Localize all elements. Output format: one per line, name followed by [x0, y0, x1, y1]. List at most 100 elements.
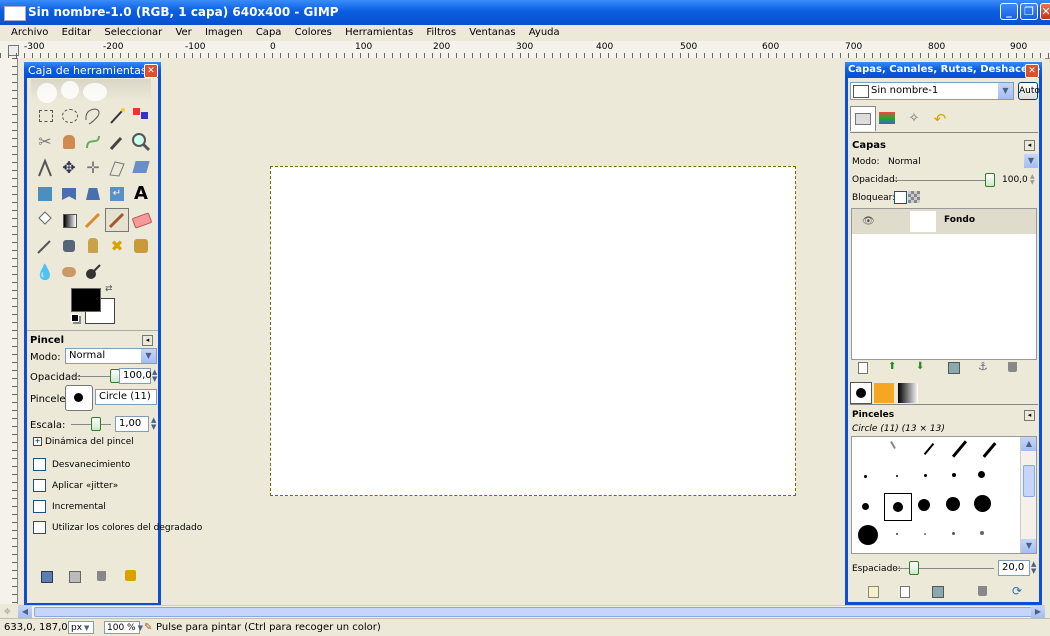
- menu-capa[interactable]: Capa: [256, 27, 282, 38]
- scroll-left-icon[interactable]: ◀: [18, 606, 32, 618]
- incremental-checkbox-box[interactable]: [33, 500, 46, 513]
- scale-spinner[interactable]: 1,00: [115, 416, 149, 432]
- scroll-down-icon[interactable]: ▼: [1021, 539, 1036, 553]
- fuzzy-select-tool-icon[interactable]: [105, 104, 129, 128]
- brush-dot-icon[interactable]: [858, 525, 878, 545]
- brush-line-icon[interactable]: [951, 440, 968, 458]
- scale-tool-icon[interactable]: [129, 156, 153, 180]
- image-canvas[interactable]: [270, 166, 796, 496]
- brush-dot-icon[interactable]: [978, 471, 985, 478]
- layer-name[interactable]: Fondo: [944, 215, 975, 225]
- scale-slider-handle[interactable]: [91, 417, 101, 431]
- alignment-tool-icon[interactable]: ✛: [81, 156, 105, 180]
- free-select-tool-icon[interactable]: [81, 104, 105, 128]
- restore-options-icon[interactable]: [69, 571, 81, 583]
- paths-tool-icon[interactable]: [81, 130, 105, 154]
- tab-paths[interactable]: ✧: [902, 108, 926, 130]
- ink-tool-icon[interactable]: [57, 234, 81, 258]
- lock-pixels-checkbox[interactable]: [894, 191, 907, 204]
- duplicate-brush-icon[interactable]: [932, 586, 944, 598]
- tab-layers[interactable]: [850, 106, 876, 131]
- airbrush-tool-icon[interactable]: [33, 234, 57, 258]
- blur-tool-icon[interactable]: 💧: [33, 260, 57, 284]
- brush-fuzzy-icon[interactable]: [896, 533, 898, 535]
- zoom-select[interactable]: 100 % ▼: [104, 621, 143, 634]
- scissors-select-tool-icon[interactable]: ✂: [33, 130, 57, 154]
- eye-visibility-icon[interactable]: 👁: [862, 216, 875, 227]
- brush-selected-cell[interactable]: [884, 493, 912, 521]
- brush-name-field[interactable]: Circle (11): [95, 389, 157, 405]
- menu-colores[interactable]: Colores: [295, 27, 332, 38]
- raise-layer-icon[interactable]: ⬆: [888, 361, 896, 372]
- brush-dynamics-expander[interactable]: + Dinámica del pincel: [33, 437, 134, 447]
- maximize-button[interactable]: ❐: [1020, 3, 1038, 20]
- menu-ayuda[interactable]: Ayuda: [529, 27, 560, 38]
- blend-tool-icon[interactable]: [57, 208, 81, 232]
- spinner-arrows-icon[interactable]: ▲ ▼: [152, 369, 157, 383]
- brush-fuzzy-icon[interactable]: [980, 531, 984, 535]
- reset-options-icon[interactable]: [125, 570, 136, 581]
- rect-select-tool-icon[interactable]: [33, 104, 57, 128]
- toolbox-close-button[interactable]: ✕: [144, 64, 158, 78]
- anchor-layer-icon[interactable]: ⚓: [978, 360, 988, 373]
- color-picker-tool-icon[interactable]: [105, 130, 129, 154]
- spacing-slider-handle[interactable]: [909, 561, 919, 575]
- scroll-right-icon[interactable]: ▶: [1031, 606, 1045, 618]
- tab-gradients[interactable]: [898, 383, 918, 403]
- gradient-colors-checkbox[interactable]: Utilizar los colores del degradado: [33, 521, 202, 534]
- edit-brush-icon[interactable]: [868, 586, 879, 598]
- menu-ver[interactable]: Ver: [175, 27, 191, 38]
- foreground-select-tool-icon[interactable]: [57, 130, 81, 154]
- fade-checkbox-box[interactable]: [33, 458, 46, 471]
- smudge-tool-icon[interactable]: [57, 260, 81, 284]
- text-tool-icon[interactable]: A: [129, 182, 153, 206]
- tool-opacity-slider-track[interactable]: [71, 376, 115, 377]
- delete-layer-icon[interactable]: [1008, 362, 1017, 372]
- duplicate-layer-icon[interactable]: [948, 362, 960, 374]
- close-button[interactable]: ✕: [1040, 3, 1050, 20]
- navigate-icon[interactable]: ✥: [4, 607, 11, 616]
- menu-filtros[interactable]: Filtros: [426, 27, 456, 38]
- unit-select[interactable]: px ▼: [68, 621, 94, 634]
- measure-tool-icon[interactable]: [33, 156, 57, 180]
- incremental-checkbox[interactable]: Incremental: [33, 500, 106, 513]
- spacing-spinner[interactable]: 20,0: [998, 560, 1030, 576]
- brush-dot-icon[interactable]: [974, 495, 991, 512]
- tool-options-menu-button[interactable]: ◂: [142, 335, 153, 346]
- perspective-tool-icon[interactable]: [33, 182, 57, 206]
- jitter-checkbox-box[interactable]: [33, 479, 46, 492]
- brush-fuzzy-icon[interactable]: [924, 533, 926, 535]
- eraser-tool-icon[interactable]: [129, 208, 153, 232]
- menu-imagen[interactable]: Imagen: [205, 27, 243, 38]
- brush-dot-small-icon[interactable]: [924, 474, 927, 477]
- brush-line-icon[interactable]: [890, 441, 896, 449]
- menu-ventanas[interactable]: Ventanas: [469, 27, 515, 38]
- brush-dot-small-icon[interactable]: [864, 475, 867, 478]
- auto-button[interactable]: Auto: [1018, 82, 1040, 100]
- gradient-colors-checkbox-box[interactable]: [33, 521, 46, 534]
- brush-fuzzy-icon[interactable]: [952, 532, 955, 535]
- layer-opacity-slider-handle[interactable]: [985, 173, 995, 187]
- layers-menu-button[interactable]: ◂: [1024, 140, 1035, 151]
- brushes-scroll-thumb[interactable]: [1023, 465, 1035, 497]
- text-layer-tool-icon[interactable]: ↵: [105, 182, 129, 206]
- brush-dot-small-icon[interactable]: [896, 475, 898, 477]
- tool-opacity-spinner[interactable]: 100,0: [119, 368, 152, 384]
- perspective-clone-tool-icon[interactable]: [129, 234, 153, 258]
- swap-colors-icon[interactable]: ⇄: [105, 284, 113, 294]
- image-select[interactable]: Sin nombre-1 ▼: [850, 82, 1014, 100]
- layer-row-fondo[interactable]: 👁 Fondo: [852, 209, 1036, 234]
- spacing-spinner-arrows-icon[interactable]: ▲ ▼: [1031, 561, 1036, 575]
- select-by-color-tool-icon[interactable]: [129, 104, 153, 128]
- default-colors-icon[interactable]: [71, 314, 79, 322]
- layer-opacity-slider-track[interactable]: [894, 180, 990, 181]
- layer-mode-chevron-icon[interactable]: ▼: [1024, 154, 1038, 168]
- tab-patterns[interactable]: [874, 383, 894, 403]
- menu-herramientas[interactable]: Herramientas: [345, 27, 413, 38]
- menu-editar[interactable]: Editar: [62, 27, 92, 38]
- magnify-tool-icon[interactable]: [129, 130, 153, 154]
- tab-channels[interactable]: [876, 108, 900, 130]
- move-tool-icon[interactable]: ✥: [57, 156, 81, 180]
- save-options-icon[interactable]: [41, 571, 53, 583]
- brush-dot-icon[interactable]: [918, 499, 930, 511]
